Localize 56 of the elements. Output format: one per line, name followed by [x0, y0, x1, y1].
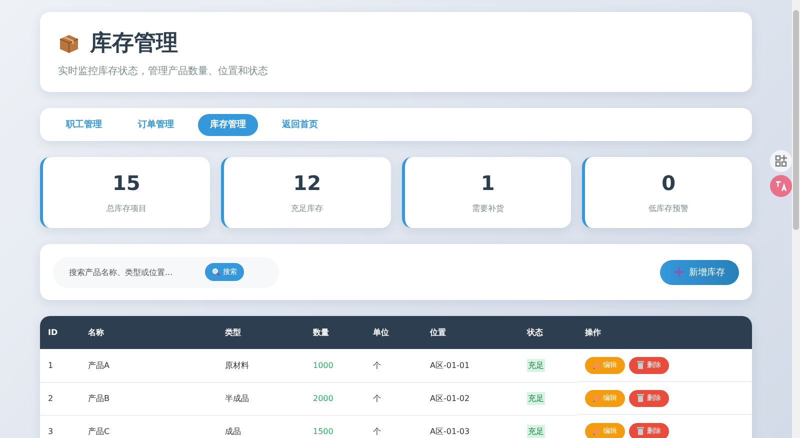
table-cell: 半成品: [225, 394, 249, 403]
pencil-icon: [593, 428, 600, 434]
table-cell: 产品C: [88, 427, 110, 436]
stat-label: 低库存预警: [648, 203, 689, 214]
page-title: 库存管理: [90, 30, 178, 58]
table-cell: 2000: [313, 394, 334, 403]
stat-label: 需要补货: [472, 203, 504, 214]
status-badge: 充足: [527, 392, 545, 405]
search-icon: [212, 268, 220, 276]
pencil-icon: [593, 362, 600, 368]
pencil-icon: [593, 394, 600, 402]
stat-label: 充足库存: [291, 203, 324, 214]
table-cell: A区-01-02: [430, 394, 470, 403]
table-cell: 个: [373, 360, 381, 370]
nav-tab[interactable]: 返回首页: [270, 114, 330, 136]
trash-icon: [637, 394, 644, 402]
nav-tab[interactable]: 职工管理: [54, 114, 114, 136]
stat-value: 15: [112, 171, 140, 195]
table-cell: 成品: [225, 427, 241, 436]
table-cell: 1: [48, 360, 54, 370]
table-cell: 个: [373, 427, 381, 436]
column-header: 单位: [365, 316, 422, 349]
table-cell: 1000: [313, 360, 334, 370]
column-header: ID: [40, 316, 80, 349]
add-button[interactable]: 新增库存: [660, 260, 739, 284]
table-cell: 产品B: [88, 394, 110, 403]
stat-value: 0: [662, 171, 676, 195]
scrollbar[interactable]: [792, 0, 800, 438]
column-header: 数量: [305, 316, 365, 349]
nav-tab[interactable]: 库存管理: [198, 114, 258, 136]
table-cell: 原材料: [225, 360, 249, 370]
status-badge: 充足: [527, 425, 545, 438]
table-cell: 1500: [313, 427, 334, 436]
table-cell: A区-01-03: [430, 427, 470, 436]
stat-value: 1: [480, 171, 495, 195]
translate-icon[interactable]: [770, 175, 792, 197]
box-icon: [58, 33, 80, 55]
grid-icon[interactable]: [770, 150, 792, 172]
nav-tab[interactable]: 订单管理: [126, 114, 186, 136]
table-cell: A区-01-01: [430, 360, 470, 370]
column-header: 类型: [217, 316, 305, 349]
plus-icon: [674, 267, 684, 277]
column-header: 名称: [80, 316, 217, 349]
table-cell: 产品A: [88, 360, 110, 370]
column-header: 状态: [519, 316, 577, 349]
stat-value: 12: [293, 171, 322, 195]
column-header: 位置: [422, 316, 519, 349]
table-cell: 3: [48, 427, 54, 436]
table-cell: 2: [48, 394, 54, 403]
trash-icon: [637, 361, 644, 369]
stat-label: 总库存项目: [106, 203, 146, 214]
page-subtitle: 实时监控库存状态，管理产品数量、位置和状态: [58, 64, 269, 78]
trash-icon: [637, 427, 644, 435]
table-cell: 个: [373, 394, 381, 403]
status-badge: 充足: [527, 358, 545, 372]
column-header: 操作: [577, 316, 752, 349]
